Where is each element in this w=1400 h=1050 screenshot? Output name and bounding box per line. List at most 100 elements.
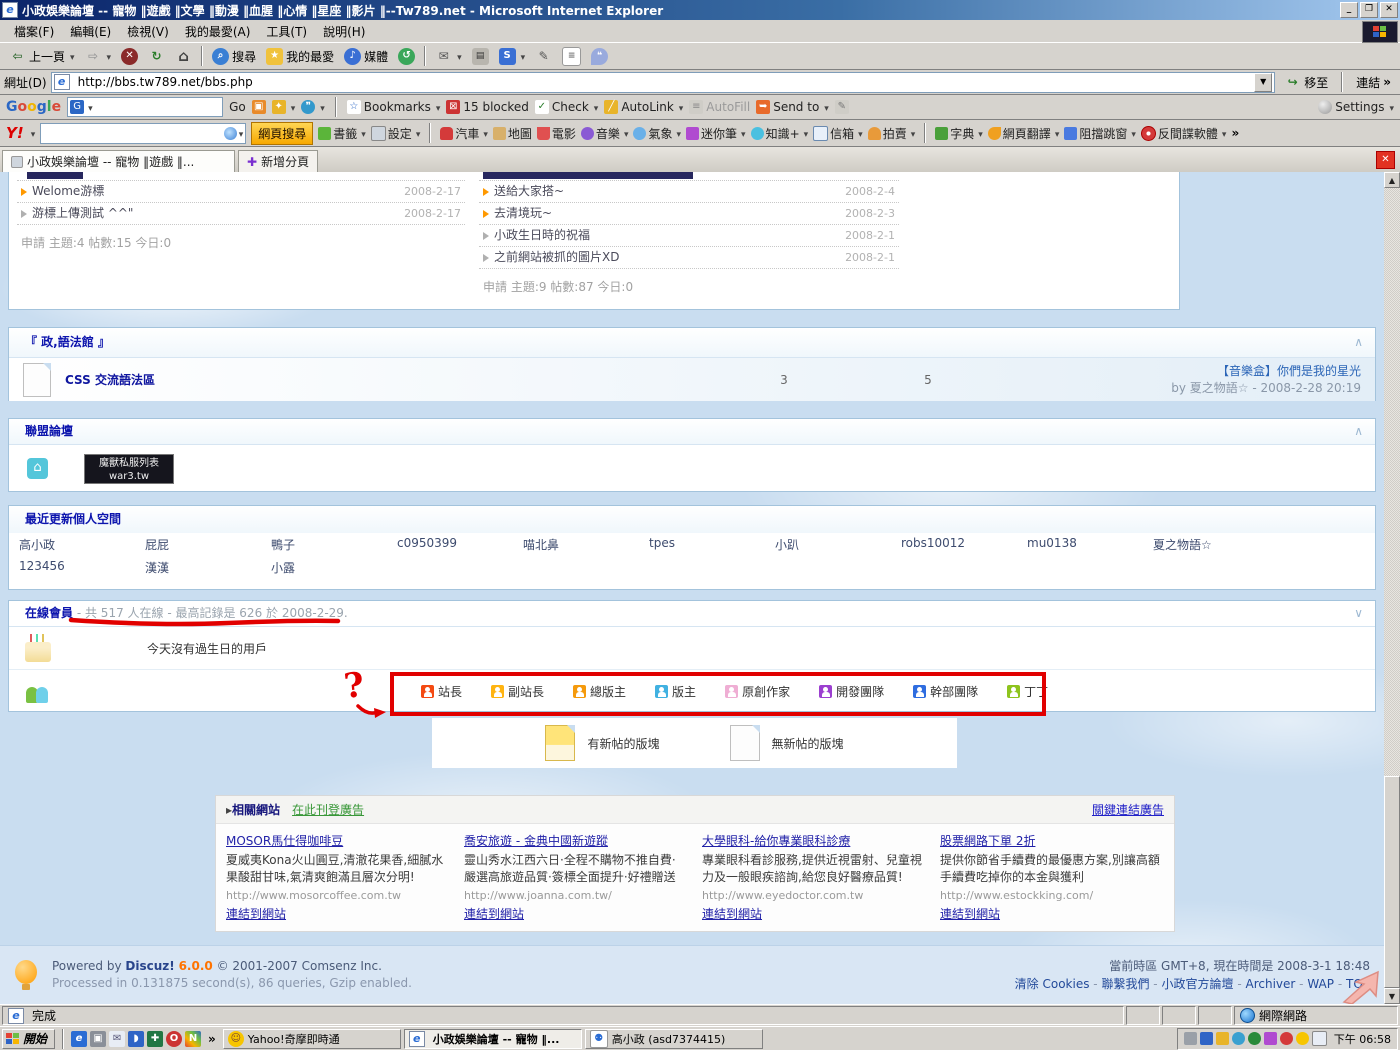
yahoo-more-button[interactable]: » xyxy=(1231,126,1239,140)
yahoo-dictionary-button[interactable]: 字典 xyxy=(935,125,983,142)
mail-button[interactable]: ✉ xyxy=(430,46,467,67)
tray-msn-icon[interactable] xyxy=(1232,1032,1245,1045)
google-bookmarks-button[interactable]: ☆Bookmarks xyxy=(347,100,441,114)
quicklaunch-antivirus-icon[interactable]: ✚ xyxy=(147,1031,163,1047)
user-link[interactable]: tpes xyxy=(649,536,775,553)
user-link[interactable]: 高小政 xyxy=(19,536,145,553)
google-extensions-button[interactable]: ✦ xyxy=(272,100,296,114)
menu-view[interactable]: 檢視(V) xyxy=(119,21,177,42)
google-settings-button[interactable]: Settings xyxy=(1318,100,1394,114)
edit-button[interactable]: ✎ xyxy=(530,46,557,67)
tray-volume-icon[interactable] xyxy=(1184,1032,1197,1045)
publish-ad-link[interactable]: 在此刊登廣告 xyxy=(292,801,364,818)
top-link[interactable]: TOP xyxy=(1346,977,1370,991)
yahoo-auction-button[interactable]: 拍賣 xyxy=(868,125,916,142)
quicklaunch-opera-icon[interactable]: O xyxy=(166,1031,182,1047)
google-go-button[interactable]: Go xyxy=(229,100,246,114)
user-link[interactable]: 喵北鼻 xyxy=(523,536,649,553)
yahoo-knowledge-button[interactable]: 知識+ xyxy=(751,125,809,142)
start-button[interactable]: 開始 xyxy=(2,1029,55,1049)
ad-title-link[interactable]: 喬安旅遊 - 金典中國新遊蹤 xyxy=(464,834,608,848)
discuz-link[interactable]: Discuz! xyxy=(125,959,174,973)
collapse-icon[interactable]: ∨ xyxy=(1354,601,1363,626)
user-link[interactable]: 小露 xyxy=(271,559,397,576)
go-button[interactable]: ↪移至 xyxy=(1279,72,1333,93)
google-autolink-button[interactable]: ╱AutoLink xyxy=(604,100,683,114)
ad-title-link[interactable]: 大學眼科-給你專業眼科診療 xyxy=(702,834,850,848)
thread-row[interactable]: 送給大家搭~2008-2-4 xyxy=(479,181,899,203)
thread-row[interactable]: 小政生日時的祝福2008-2-1 xyxy=(479,225,899,247)
favorites-button[interactable]: ★我的最愛 xyxy=(261,46,339,67)
user-link[interactable]: 夏之物語☆ xyxy=(1153,536,1279,553)
quicklaunch-more-button[interactable]: » xyxy=(208,1032,216,1046)
user-link[interactable]: 漢漢 xyxy=(145,559,271,576)
tab-forum[interactable]: 小政娛樂論壇 -- 寵物 ‖遊戲 ‖... xyxy=(2,150,235,172)
ad-visit-link[interactable]: 連結到網站 xyxy=(940,907,1000,921)
new-tab-button[interactable]: ✚新增分頁 xyxy=(238,150,318,172)
ad-title-link[interactable]: 股票網路下單 2折 xyxy=(940,834,1035,848)
forward-button[interactable]: ⇨ xyxy=(80,46,117,67)
quicklaunch-desktop-icon[interactable]: ▣ xyxy=(90,1031,106,1047)
yahoo-translate-button[interactable]: 網頁翻譯 xyxy=(988,125,1060,142)
keyword-ads-link[interactable]: 關鍵連結廣告 xyxy=(1092,801,1164,818)
user-link[interactable]: 鴨子 xyxy=(271,536,397,553)
yahoo-mail-button[interactable]: 信箱 xyxy=(813,125,863,142)
scrollbar-thumb[interactable] xyxy=(1384,776,1400,988)
yahoo-search-input[interactable] xyxy=(40,123,246,144)
highlighter-icon[interactable]: ✎ xyxy=(835,100,849,114)
google-popup-blocked-button[interactable]: ⊠15 blocked xyxy=(446,100,529,114)
ad-visit-link[interactable]: 連結到網站 xyxy=(702,907,762,921)
ad-title-link[interactable]: MOSOR馬仕得咖啡豆 xyxy=(226,834,343,848)
search-button[interactable]: ⌕搜尋 xyxy=(207,46,261,67)
yahoo-weather-button[interactable]: 氣象 xyxy=(633,125,681,142)
user-link[interactable]: c0950399 xyxy=(397,536,523,553)
thread-row[interactable]: 游標上傳測試 ^^"2008-2-17 xyxy=(17,203,465,225)
tray-firewall-icon[interactable] xyxy=(1280,1032,1293,1045)
google-spellcheck-button[interactable]: ✓Check xyxy=(535,100,598,114)
user-link[interactable]: robs10012 xyxy=(901,536,1027,553)
back-button[interactable]: ⇦上一頁 xyxy=(4,46,80,67)
tray-display-icon[interactable] xyxy=(1200,1032,1213,1045)
print-button[interactable]: ▤ xyxy=(467,46,494,67)
menu-tools[interactable]: 工具(T) xyxy=(258,21,315,42)
scroll-down-button[interactable]: ▼ xyxy=(1384,988,1400,1004)
menu-edit[interactable]: 編輯(E) xyxy=(62,21,119,42)
clear-cookies-link[interactable]: 清除 Cookies xyxy=(1015,977,1090,991)
google-quotes-button[interactable]: ❞ xyxy=(301,100,325,114)
tray-antivirus-icon[interactable] xyxy=(1248,1032,1261,1045)
official-forum-link[interactable]: 小政官方論壇 xyxy=(1161,977,1233,991)
ad-visit-link[interactable]: 連結到網站 xyxy=(464,907,524,921)
refresh-button[interactable]: ↻ xyxy=(143,46,170,67)
google-sendto-button[interactable]: ➥Send to xyxy=(756,100,829,114)
user-link[interactable]: 小趴 xyxy=(775,536,901,553)
history-button[interactable]: ↺ xyxy=(393,46,420,67)
wap-link[interactable]: WAP xyxy=(1307,977,1334,991)
lastpost-title-link[interactable]: 【音樂盒】你們是我的星光 xyxy=(1217,364,1361,378)
yahoo-maps-button[interactable]: 地圖 xyxy=(493,125,532,142)
address-dropdown-button[interactable]: ▼ xyxy=(1254,73,1272,92)
yahoo-cars-button[interactable]: 汽車 xyxy=(440,125,488,142)
thread-row[interactable]: Welome游標2008-2-17 xyxy=(17,181,465,203)
stop-button[interactable]: ✕ xyxy=(116,46,143,67)
media-button[interactable]: ♪媒體 xyxy=(339,46,393,67)
yahoo-antispyware-button[interactable]: 反間諜軟體 xyxy=(1141,125,1227,142)
vertical-scrollbar[interactable]: ▲ ▼ xyxy=(1384,172,1400,1004)
tray-network-icon[interactable] xyxy=(1264,1032,1277,1045)
taskbar-window-yahoo-messenger[interactable]: ☺Yahoo!奇摩即時通 xyxy=(223,1029,401,1049)
user-link[interactable]: mu0138 xyxy=(1027,536,1153,553)
ad-visit-link[interactable]: 連結到網站 xyxy=(226,907,286,921)
forum-link[interactable]: CSS 交流語法區 xyxy=(65,371,705,388)
thread-row[interactable]: 之前網站被抓的圖片XD2008-2-1 xyxy=(479,247,899,269)
yahoo-music-button[interactable]: 音樂 xyxy=(581,125,629,142)
user-link[interactable]: 123456 xyxy=(19,559,145,576)
address-input[interactable]: e http://bbs.tw789.net/bbs.php ▼ xyxy=(51,72,1276,93)
collapse-icon[interactable]: ∧ xyxy=(1354,328,1363,357)
yahoo-bookmarks-button[interactable]: 書籤 xyxy=(318,125,366,142)
yahoo-popup-blocker-button[interactable]: 阻擋跳窗 xyxy=(1064,125,1136,142)
menu-favorites[interactable]: 我的最愛(A) xyxy=(177,21,259,42)
archiver-link[interactable]: Archiver xyxy=(1245,977,1295,991)
yahoo-settings-button[interactable]: 設定 xyxy=(371,125,421,142)
collapse-icon[interactable]: ∧ xyxy=(1354,419,1363,444)
close-button[interactable]: ✕ xyxy=(1380,2,1398,18)
google-search-input[interactable]: G xyxy=(67,97,223,117)
